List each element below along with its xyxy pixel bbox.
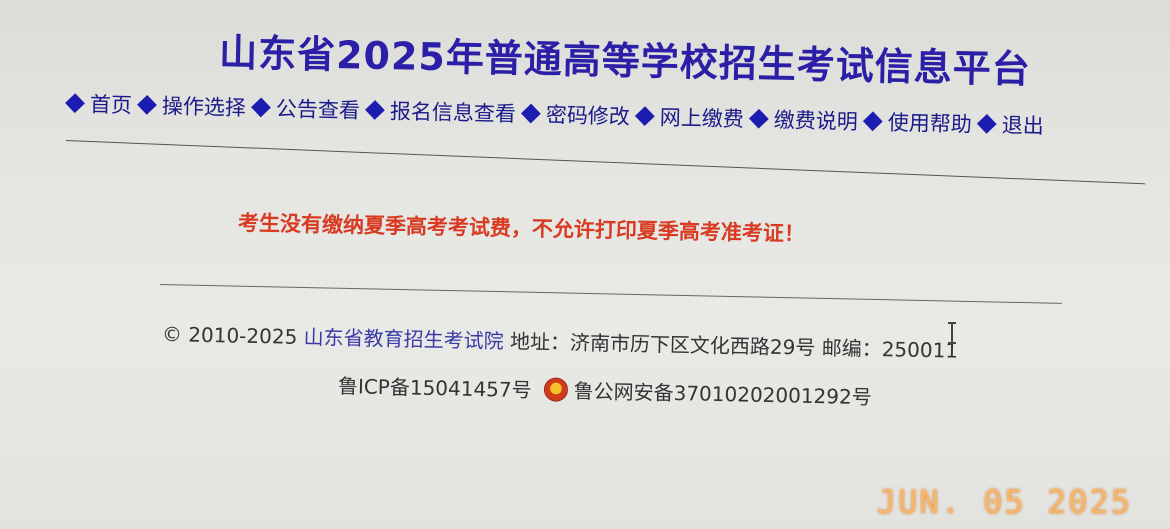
diamond-bullet-icon bbox=[137, 94, 157, 115]
page-title: 山东省2025年普通高等学校招生考试信息平台 bbox=[218, 30, 1032, 92]
nav-item-label: 缴费说明 bbox=[773, 108, 859, 134]
diamond-bullet-icon bbox=[634, 106, 655, 127]
nav-item-label: 操作选择 bbox=[161, 94, 247, 121]
nav-item-registration-info[interactable]: 报名信息查看 bbox=[365, 95, 517, 128]
copyright-text: © 2010-2025 bbox=[161, 322, 298, 349]
nav-item-announcements[interactable]: 公告查看 bbox=[251, 92, 361, 124]
nav-item-label: 首页 bbox=[89, 92, 133, 118]
nav-item-online-payment[interactable]: 网上缴费 bbox=[634, 101, 745, 133]
payment-warning-message: 考生没有缴纳夏季高考考试费，不允许打印夏季高考准考证！ bbox=[237, 211, 806, 246]
nav-item-change-password[interactable]: 密码修改 bbox=[520, 98, 631, 130]
nav-item-label: 公告查看 bbox=[275, 96, 361, 123]
nav-item-logout[interactable]: 退出 bbox=[976, 109, 1044, 140]
nav-item-label: 网上缴费 bbox=[659, 105, 745, 132]
diamond-bullet-icon bbox=[976, 113, 997, 134]
org-link[interactable]: 山东省教育招生考试院 bbox=[303, 325, 503, 353]
footer-line-1: © 2010-2025 山东省教育招生考试院 地址：济南市历下区文化西路29号 … bbox=[162, 318, 959, 364]
police-record-link[interactable]: 鲁公网安备37010202001292号 bbox=[573, 375, 872, 410]
header-divider bbox=[65, 140, 1146, 185]
text-cursor-icon bbox=[948, 322, 956, 344]
police-emblem-icon bbox=[543, 376, 568, 402]
nav-item-payment-notes[interactable]: 缴费说明 bbox=[748, 104, 859, 136]
icp-link[interactable]: 鲁ICP备15041457号 bbox=[338, 370, 532, 403]
footer-line-2: 鲁ICP备15041457号 鲁公网安备37010202001292号 bbox=[338, 370, 872, 410]
nav-item-label: 退出 bbox=[1001, 113, 1044, 139]
browser-page: 山东省2025年普通高等学校招生考试信息平台 首页 操作选择 公告查看 报名信息… bbox=[0, 0, 1170, 529]
nav-item-label: 密码修改 bbox=[545, 102, 631, 129]
nav-item-help[interactable]: 使用帮助 bbox=[862, 106, 973, 138]
nav-item-label: 报名信息查看 bbox=[389, 99, 517, 127]
diamond-bullet-icon bbox=[862, 111, 883, 132]
diamond-bullet-icon bbox=[65, 93, 85, 114]
diamond-bullet-icon bbox=[251, 97, 271, 118]
nav-item-operation-select[interactable]: 操作选择 bbox=[137, 90, 247, 122]
diamond-bullet-icon bbox=[520, 103, 541, 124]
nav-item-label: 使用帮助 bbox=[887, 110, 973, 137]
nav-item-home[interactable]: 首页 bbox=[65, 88, 133, 119]
address-text: 地址：济南市历下区文化西路29号 邮编：250011 bbox=[509, 329, 959, 363]
diamond-bullet-icon bbox=[365, 100, 385, 120]
main-nav: 首页 操作选择 公告查看 报名信息查看 密码修改 网上缴费 缴费说明 使用帮助 … bbox=[65, 88, 1156, 143]
diamond-bullet-icon bbox=[748, 108, 769, 129]
footer-divider bbox=[159, 284, 1062, 304]
camera-timestamp: JUN. 05 2025 bbox=[876, 483, 1132, 521]
